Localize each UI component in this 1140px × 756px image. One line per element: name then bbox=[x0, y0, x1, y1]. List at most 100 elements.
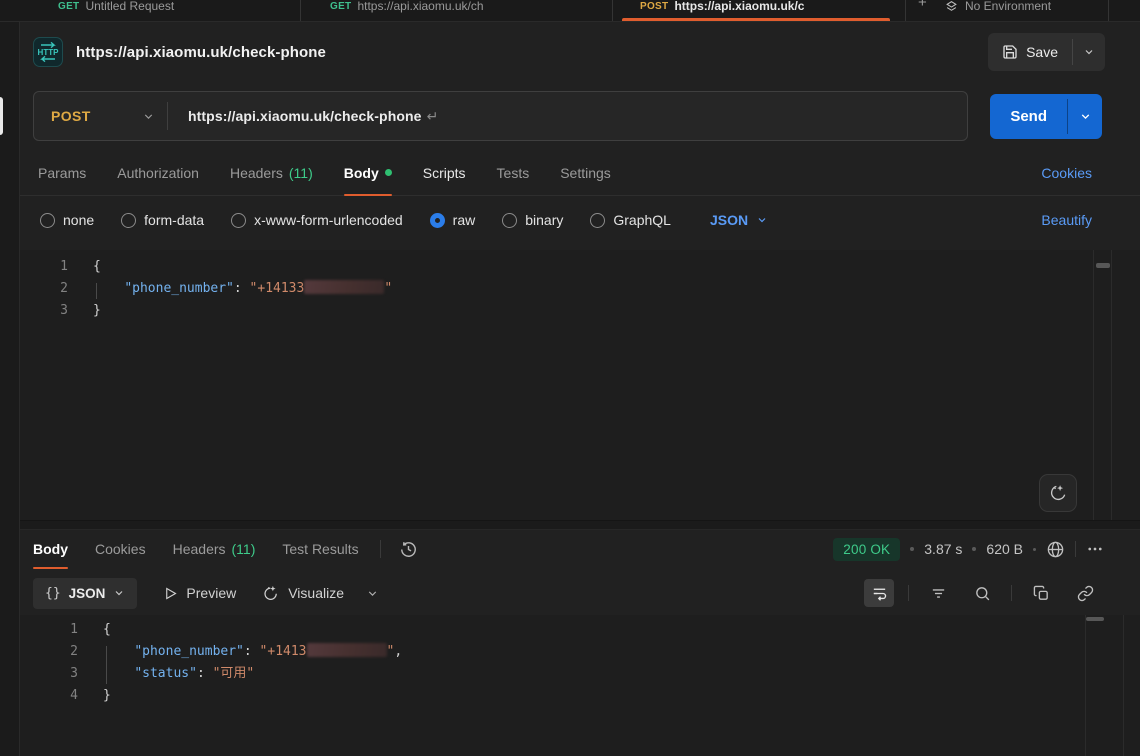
divider bbox=[908, 585, 909, 601]
send-split-button: Send bbox=[990, 94, 1102, 139]
url-input[interactable]: https://api.xiaomu.uk/check-phone ↵ bbox=[188, 108, 438, 125]
filter-icon[interactable] bbox=[923, 579, 953, 607]
return-key-hint: ↵ bbox=[427, 108, 439, 124]
radio-icon bbox=[430, 213, 445, 228]
beautify-link[interactable]: Beautify bbox=[1041, 212, 1092, 228]
body-type-form-data[interactable]: form-data bbox=[121, 212, 204, 228]
wrap-text-button[interactable] bbox=[864, 579, 894, 607]
token-key: "phone_number" bbox=[124, 281, 234, 296]
request-tab-label: https://api.xiaomu.uk/ch bbox=[357, 0, 483, 13]
status-badge[interactable]: 200 OK bbox=[833, 538, 900, 561]
tab-separator bbox=[612, 0, 613, 22]
tab-label: Body bbox=[33, 541, 68, 557]
response-size[interactable]: 620 B bbox=[986, 541, 1023, 557]
tab-label: Cookies bbox=[95, 541, 146, 557]
response-format-dropdown[interactable]: {} JSON bbox=[33, 578, 137, 609]
token-str: "+14133 bbox=[250, 281, 305, 296]
svg-text:HTTP: HTTP bbox=[38, 48, 60, 57]
tab-separator bbox=[300, 0, 301, 22]
request-tabs: Params Authorization Headers(11) Body Script… bbox=[20, 150, 1140, 196]
body-type-graphql[interactable]: GraphQL bbox=[590, 212, 671, 228]
tab-separator bbox=[1108, 0, 1109, 22]
network-globe-icon[interactable] bbox=[1046, 540, 1065, 559]
chevron-down-icon[interactable] bbox=[366, 587, 379, 600]
radio-label: none bbox=[63, 212, 94, 228]
tab-params[interactable]: Params bbox=[38, 150, 86, 195]
left-sidebar-rail[interactable] bbox=[0, 22, 20, 756]
search-icon[interactable] bbox=[967, 579, 997, 607]
braces-icon: {} bbox=[45, 586, 61, 601]
environment-selector[interactable]: No Environment bbox=[945, 0, 1051, 19]
send-button[interactable]: Send bbox=[990, 94, 1067, 139]
method-badge: POST bbox=[640, 1, 668, 12]
save-options-button[interactable] bbox=[1073, 33, 1105, 71]
token-punct: } bbox=[93, 303, 101, 318]
tab-label: Tests bbox=[497, 165, 530, 181]
dot-separator bbox=[1033, 548, 1036, 551]
body-type-x-www-form-urlencoded[interactable]: x-www-form-urlencoded bbox=[231, 212, 403, 228]
request-body-editor[interactable]: 1{2 "phone_number": "+14133"3} bbox=[20, 250, 1140, 520]
input-divider bbox=[167, 102, 168, 130]
scrollbar-thumb[interactable] bbox=[1086, 617, 1104, 621]
response-tab-body[interactable]: Body bbox=[33, 530, 68, 568]
token-punct: { bbox=[93, 259, 101, 274]
more-options-icon[interactable] bbox=[1086, 540, 1104, 558]
tab-body[interactable]: Body bbox=[344, 150, 392, 195]
code-content: } bbox=[78, 685, 111, 707]
token-str: " bbox=[384, 281, 392, 296]
response-time[interactable]: 3.87 s bbox=[924, 541, 962, 557]
indent-guide bbox=[106, 646, 107, 684]
body-type-none[interactable]: none bbox=[40, 212, 94, 228]
tab-authorization[interactable]: Authorization bbox=[117, 150, 199, 195]
send-options-button[interactable] bbox=[1068, 94, 1102, 139]
chevron-down-icon bbox=[1083, 46, 1095, 58]
request-tab-label: https://api.xiaomu.uk/c bbox=[674, 0, 804, 13]
response-history-button[interactable] bbox=[399, 540, 418, 559]
new-tab-button[interactable]: + bbox=[918, 0, 927, 11]
http-request-icon: HTTP bbox=[33, 37, 63, 67]
body-type-binary[interactable]: binary bbox=[502, 212, 563, 228]
request-tab-1[interactable]: GET Untitled Request bbox=[58, 0, 174, 19]
url-bar-row: POST https://api.xiaomu.uk/check-phone↵ … bbox=[20, 90, 1140, 143]
response-tab-test-results[interactable]: Test Results bbox=[282, 530, 358, 568]
modified-dot-icon bbox=[385, 169, 392, 176]
request-tab-3-active[interactable]: POST https://api.xiaomu.uk/c bbox=[640, 0, 804, 19]
token-punct: : bbox=[197, 666, 213, 681]
tab-scripts[interactable]: Scripts bbox=[423, 150, 466, 195]
url-value: https://api.xiaomu.uk/check-phone bbox=[188, 108, 422, 124]
raw-language-dropdown[interactable]: JSON bbox=[710, 212, 768, 228]
response-tab-headers[interactable]: Headers(11) bbox=[173, 530, 256, 568]
line-number: 1 bbox=[20, 256, 68, 278]
scrollbar-thumb[interactable] bbox=[1096, 263, 1110, 268]
url-input-container: POST https://api.xiaomu.uk/check-phone ↵ bbox=[33, 91, 968, 141]
radio-icon bbox=[502, 213, 517, 228]
save-button[interactable]: Save bbox=[988, 33, 1072, 71]
radio-label: GraphQL bbox=[613, 212, 671, 228]
tab-headers[interactable]: Headers(11) bbox=[230, 150, 313, 195]
token-str: "+1413 bbox=[260, 644, 307, 659]
cookies-link[interactable]: Cookies bbox=[1041, 165, 1092, 181]
method-dropdown[interactable]: POST bbox=[34, 108, 167, 124]
radio-label: x-www-form-urlencoded bbox=[254, 212, 403, 228]
request-tab-2[interactable]: GET https://api.xiaomu.uk/ch bbox=[330, 0, 484, 19]
preview-label: Preview bbox=[186, 585, 236, 601]
preview-button[interactable]: Preview bbox=[163, 585, 236, 601]
save-button-label: Save bbox=[1026, 44, 1058, 60]
divider bbox=[1011, 585, 1012, 601]
response-body-viewer[interactable]: 1{2 "phone_number": "+1413",3 "status": … bbox=[20, 615, 1140, 756]
copy-icon[interactable] bbox=[1026, 579, 1056, 607]
token-punct: } bbox=[103, 688, 111, 703]
sidebar-collapse-handle[interactable] bbox=[0, 97, 3, 135]
visualize-button[interactable]: Visualize bbox=[262, 584, 344, 602]
body-type-raw[interactable]: raw bbox=[430, 212, 476, 228]
pane-splitter[interactable] bbox=[20, 520, 1140, 530]
tab-tests[interactable]: Tests bbox=[497, 150, 530, 195]
radio-label: raw bbox=[453, 212, 476, 228]
response-tab-cookies[interactable]: Cookies bbox=[95, 530, 146, 568]
tab-settings[interactable]: Settings bbox=[560, 150, 611, 195]
postbot-button[interactable] bbox=[1039, 474, 1077, 512]
link-icon[interactable] bbox=[1070, 579, 1100, 607]
request-header: HTTP https://api.xiaomu.uk/check-phone S… bbox=[20, 22, 1140, 82]
raw-language-value: JSON bbox=[710, 212, 748, 228]
editor-gutter-line bbox=[1123, 615, 1124, 756]
